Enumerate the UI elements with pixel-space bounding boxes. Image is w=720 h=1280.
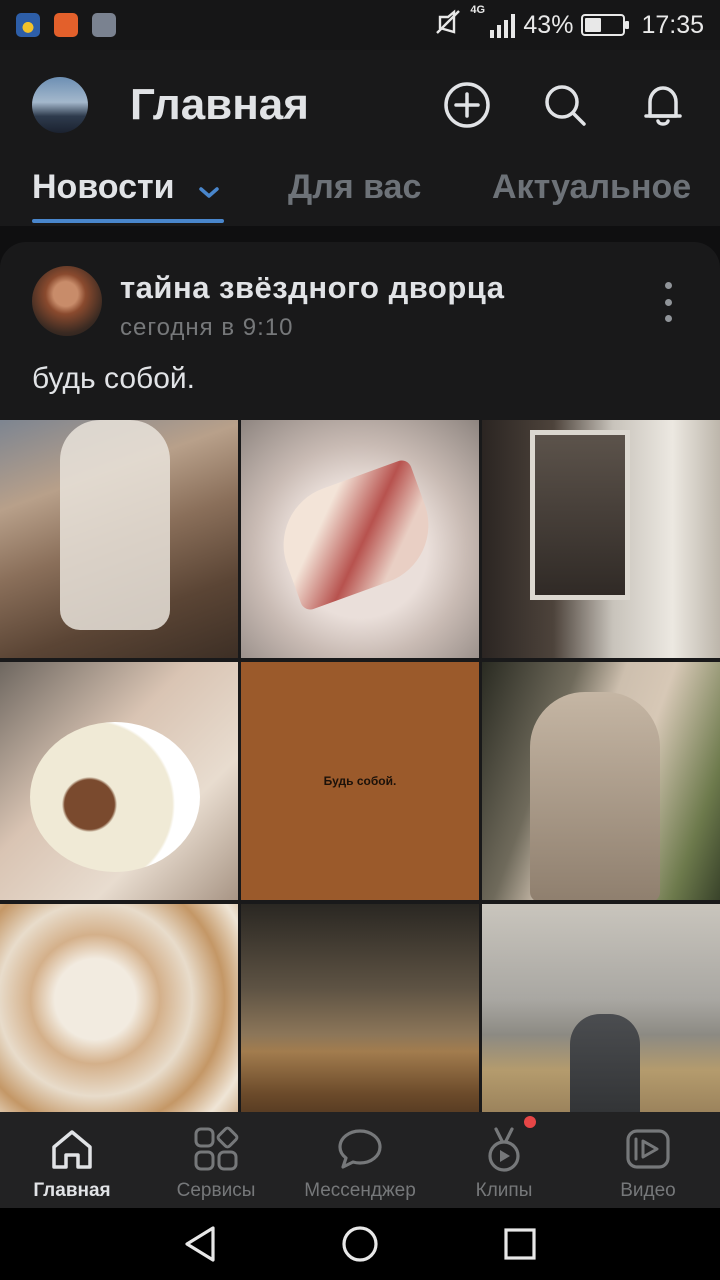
- nav-video-label: Видео: [620, 1180, 676, 1201]
- app-notification-icon-2: [54, 13, 78, 37]
- nav-video[interactable]: Видео: [576, 1112, 720, 1208]
- post-time: сегодня в 9:10: [120, 314, 294, 341]
- signal-icon: 4G: [470, 4, 516, 38]
- nav-services[interactable]: Сервисы: [144, 1112, 288, 1208]
- video-icon: [576, 1124, 720, 1174]
- home-icon: [0, 1124, 144, 1174]
- mute-icon: [434, 8, 462, 43]
- recents-icon[interactable]: [498, 1222, 542, 1266]
- network-type: 4G: [470, 4, 486, 16]
- post-author[interactable]: тайна звёздного дворца: [120, 270, 504, 306]
- tab-for-you[interactable]: Для вас: [288, 168, 421, 207]
- more-options-icon[interactable]: [656, 282, 680, 322]
- nav-home[interactable]: Главная: [0, 1112, 144, 1208]
- back-icon[interactable]: [178, 1222, 222, 1266]
- app-header: Главная: [0, 50, 720, 160]
- chevron-down-icon[interactable]: [198, 170, 220, 209]
- profile-avatar[interactable]: [32, 77, 88, 133]
- photo-grid: Будь собой.: [0, 420, 720, 1122]
- gallery-notification-icon: [92, 13, 116, 37]
- active-tab-indicator: [32, 219, 224, 223]
- photo-milk-foam[interactable]: [0, 904, 238, 1122]
- nav-clips[interactable]: Клипы: [432, 1112, 576, 1208]
- post-card: тайна звёздного дворца сегодня в 9:10 бу…: [0, 242, 720, 1122]
- page-title: Главная: [130, 80, 309, 129]
- home-button-icon[interactable]: [338, 1222, 382, 1266]
- add-circle-icon[interactable]: [442, 80, 492, 130]
- tab-trending[interactable]: Актуальное: [492, 168, 691, 207]
- battery-icon: [581, 14, 630, 36]
- system-navigation-bar: [0, 1208, 720, 1280]
- clips-icon: [432, 1124, 576, 1174]
- photo-horse-rider[interactable]: [0, 420, 238, 658]
- tab-news-label: Новости: [32, 168, 175, 206]
- nav-clips-label: Клипы: [475, 1180, 533, 1201]
- photo-sliced-peaches[interactable]: [241, 420, 479, 658]
- post-text: будь собой.: [32, 362, 195, 395]
- battery-percent: 43%: [523, 10, 574, 39]
- photo-ice-cream-cup[interactable]: [0, 662, 238, 900]
- nav-home-label: Главная: [33, 1180, 111, 1201]
- nav-messenger-label: Мессенджер: [304, 1180, 416, 1201]
- photo-caption: Будь собой.: [323, 774, 397, 788]
- app-notification-icon-1: [16, 13, 40, 37]
- photo-text-card[interactable]: Будь собой.: [241, 662, 479, 900]
- messenger-icon: [288, 1124, 432, 1174]
- feed-tabs: Новости Для вас Актуальное: [0, 160, 720, 226]
- tab-news[interactable]: Новости: [32, 168, 220, 209]
- bell-icon[interactable]: [638, 80, 688, 130]
- search-icon[interactable]: [540, 80, 590, 130]
- nav-messenger[interactable]: Мессенджер: [288, 1112, 432, 1208]
- photo-storm-field[interactable]: [241, 904, 479, 1122]
- status-bar: 4G 43% 17:35: [0, 0, 720, 50]
- photo-window-view[interactable]: [482, 420, 720, 658]
- clock: 17:35: [641, 10, 704, 39]
- author-avatar[interactable]: [32, 266, 102, 336]
- bottom-navigation: Главная Сервисы Мессенджер Клипы Видео: [0, 1112, 720, 1208]
- nav-services-label: Сервисы: [176, 1180, 256, 1201]
- clips-notification-badge: [524, 1116, 536, 1128]
- photo-woman-sweater[interactable]: [482, 662, 720, 900]
- photo-beach-person[interactable]: [482, 904, 720, 1122]
- services-icon: [144, 1124, 288, 1174]
